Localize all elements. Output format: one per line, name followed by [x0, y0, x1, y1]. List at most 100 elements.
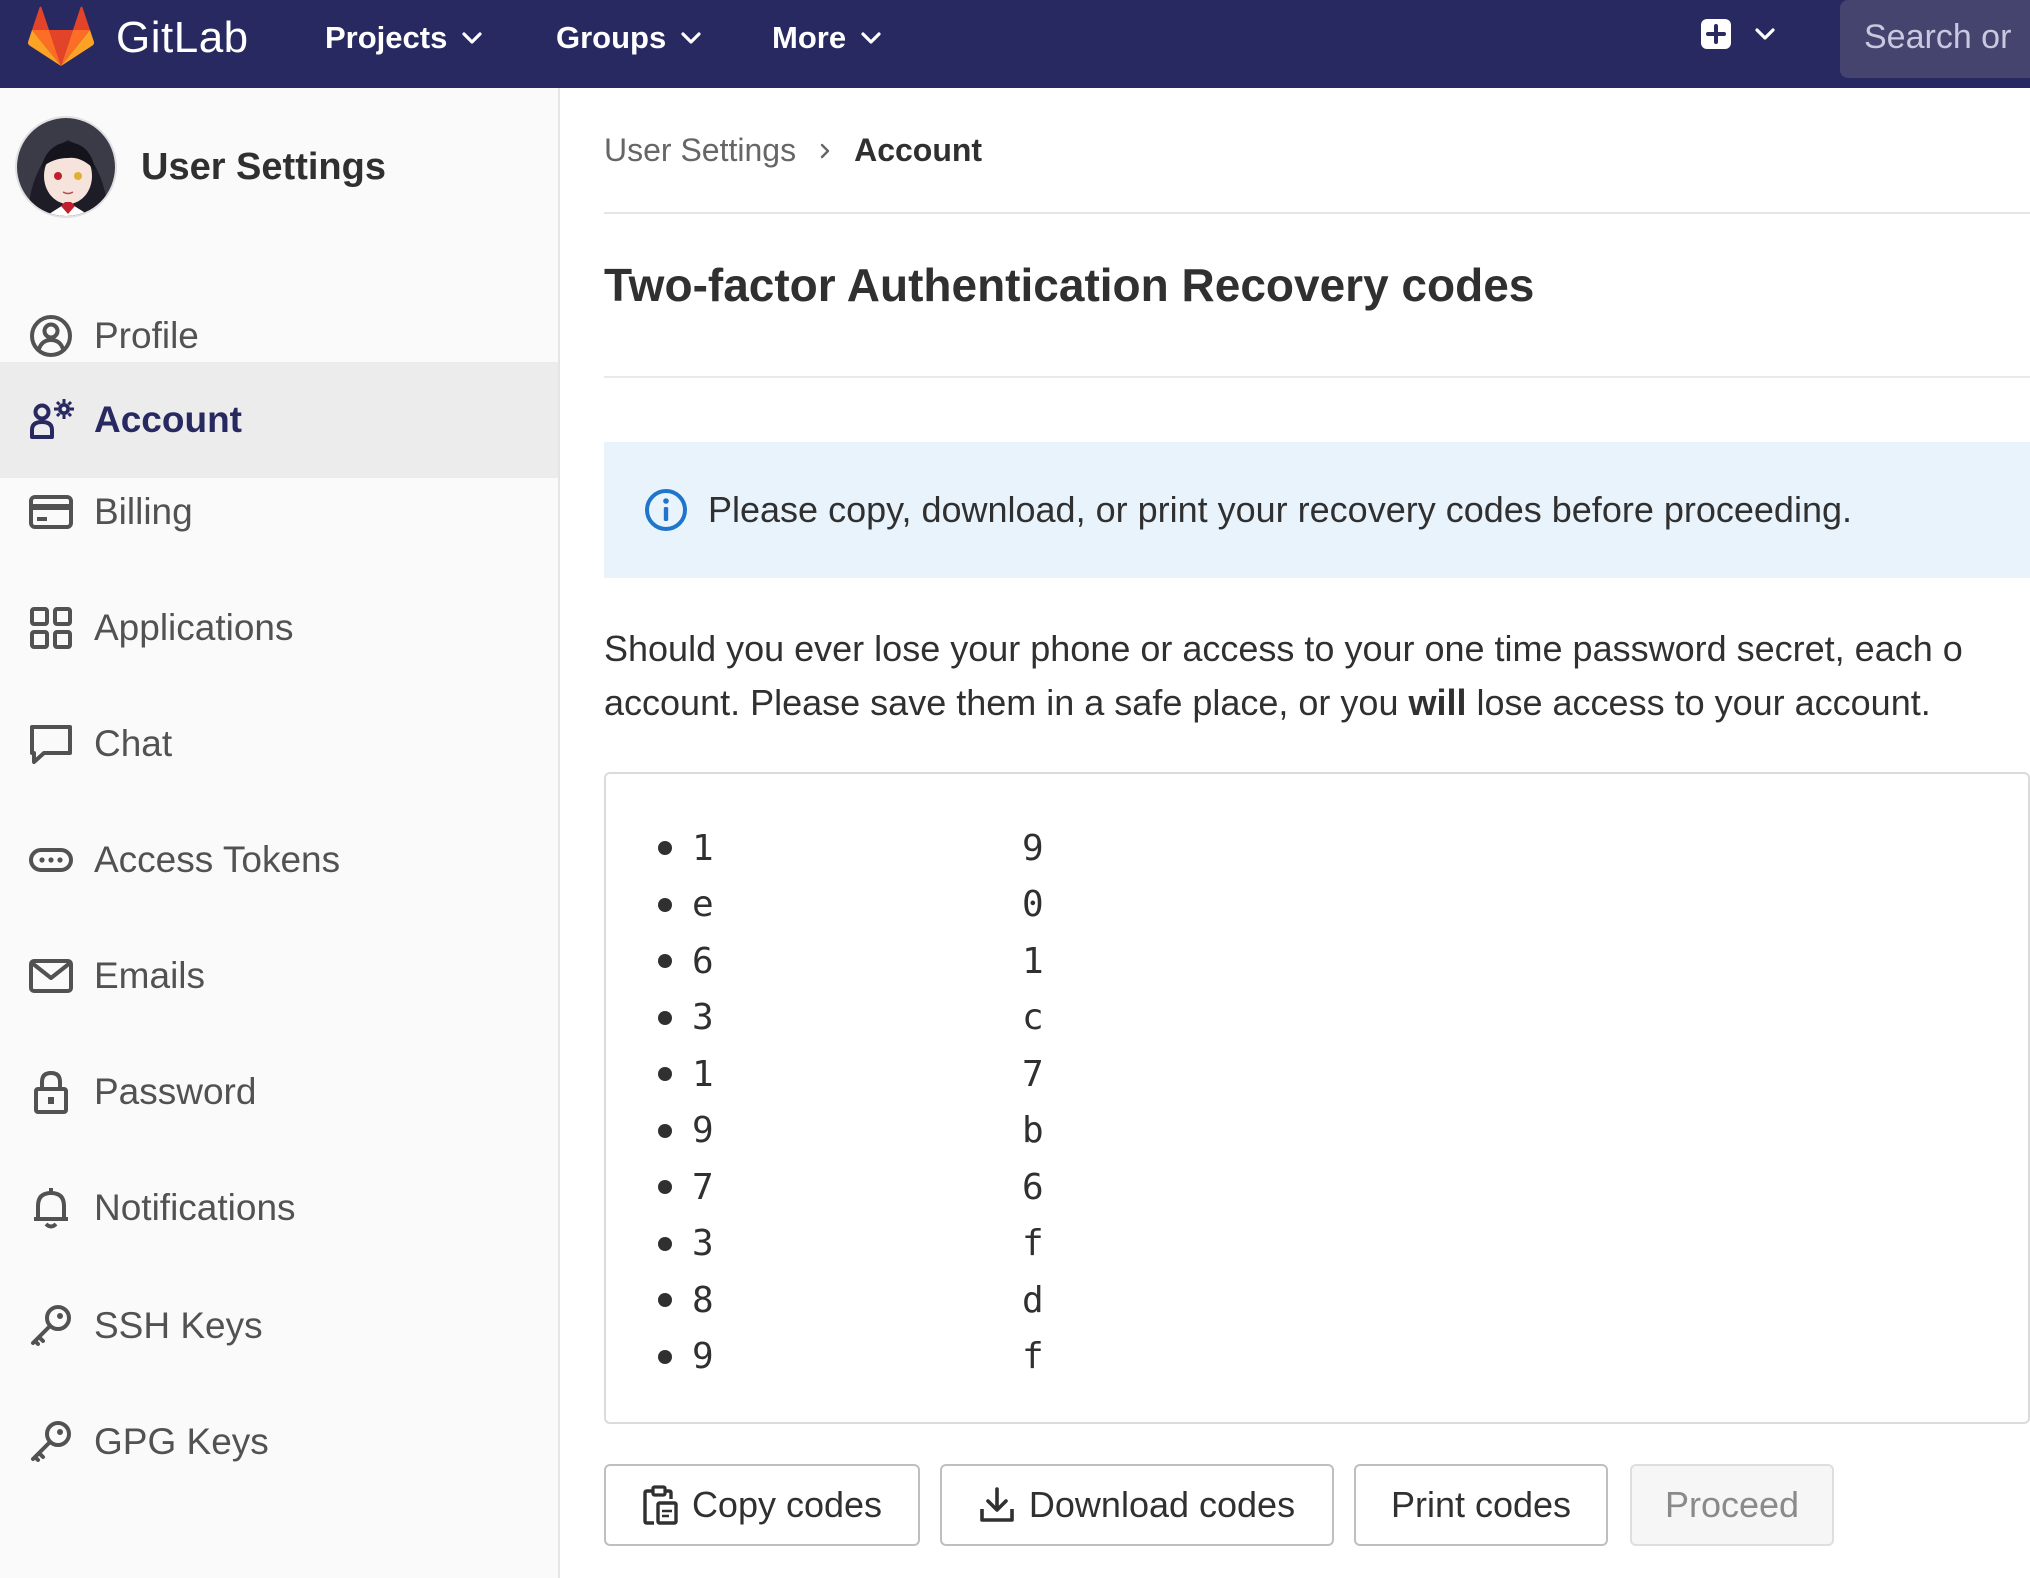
chevron-down-icon — [462, 32, 482, 44]
bullet — [658, 1067, 672, 1082]
bullet — [658, 1123, 672, 1138]
search-input[interactable]: Search or — [1840, 0, 2030, 78]
recovery-code-start: 8 — [692, 1279, 714, 1321]
bullet — [658, 1349, 672, 1364]
sidebar-item-chat[interactable]: Chat — [0, 686, 558, 802]
sidebar-item-label: Applications — [94, 607, 294, 648]
chevron-down-icon — [1755, 28, 1775, 40]
chat-icon — [30, 725, 72, 764]
bullet — [658, 841, 672, 856]
bullet — [658, 1236, 672, 1251]
bullet — [658, 1010, 672, 1025]
proceed-button[interactable]: Proceed — [1630, 1464, 1834, 1546]
key-icon — [31, 1421, 71, 1462]
recovery-code-start: 7 — [692, 1166, 714, 1208]
sidebar-item-applications[interactable]: Applications — [0, 570, 558, 686]
new-item-dropdown[interactable] — [1700, 18, 1776, 50]
sidebar-item-label: GPG Keys — [94, 1421, 269, 1462]
download-codes-button[interactable]: Download codes — [940, 1464, 1334, 1546]
plus-square-icon — [1701, 19, 1731, 49]
breadcrumb-current[interactable]: Account — [854, 132, 982, 169]
token-icon — [29, 848, 73, 872]
recovery-code-item: 17 — [658, 1046, 1044, 1103]
key-icon — [31, 1305, 71, 1346]
sidebar-item-ssh-keys[interactable]: SSH Keys — [0, 1268, 558, 1384]
sidebar-item-password[interactable]: Password — [0, 1034, 558, 1150]
avatar[interactable] — [15, 116, 117, 218]
recovery-code-item: 9f — [658, 1329, 1044, 1386]
copy-codes-label: Copy codes — [691, 1484, 883, 1525]
sidebar-item-label: SSH Keys — [94, 1305, 263, 1346]
nav-more-label: More — [772, 20, 847, 55]
recovery-code-end: 9 — [1022, 827, 1044, 869]
breadcrumb-user-settings-link[interactable]: User Settings — [604, 132, 796, 169]
recovery-code-item: 61 — [658, 933, 1044, 990]
proceed-label: Proceed — [1664, 1484, 1800, 1525]
sidebar-item-access-tokens[interactable]: Access Tokens — [0, 802, 558, 918]
credit-card-icon — [29, 495, 73, 529]
description-text: lose access to your account. — [1466, 682, 1931, 723]
recovery-description: Should you ever lose your phone or acces… — [604, 622, 2030, 730]
copy-to-clipboard-icon — [643, 1485, 678, 1525]
breadcrumb: User Settings Account — [604, 132, 982, 169]
bullet — [658, 954, 672, 969]
applications-icon — [30, 607, 72, 649]
nav-projects-dropdown[interactable]: Projects — [325, 20, 483, 56]
sidebar-item-label: Access Tokens — [94, 839, 341, 880]
print-codes-button[interactable]: Print codes — [1354, 1464, 1608, 1546]
recovery-code-end: f — [1022, 1223, 1044, 1265]
bullet — [658, 1293, 672, 1308]
sidebar-item-billing[interactable]: Billing — [0, 454, 558, 570]
sidebar-header: User Settings — [15, 116, 386, 218]
recovery-code-item: 3f — [658, 1216, 1044, 1273]
bullet — [658, 1180, 672, 1195]
recovery-code-end: 0 — [1022, 884, 1044, 926]
sidebar-item-notifications[interactable]: Notifications — [0, 1150, 558, 1266]
recovery-code-item: 8d — [658, 1272, 1044, 1329]
main-content: User Settings Account Two-factor Authent… — [604, 88, 2030, 1578]
top-navbar: GitLab Projects Groups More Search or — [0, 0, 2030, 88]
sidebar-item-label: Profile — [94, 315, 199, 356]
chevron-down-icon — [681, 32, 701, 44]
recovery-code-end: f — [1022, 1336, 1044, 1378]
sidebar-item-label: Notifications — [94, 1187, 296, 1228]
nav-more-dropdown[interactable]: More — [772, 20, 882, 56]
gitlab-logo-icon[interactable] — [28, 6, 94, 68]
recovery-code-end: d — [1022, 1279, 1044, 1321]
recovery-code-end: c — [1022, 997, 1044, 1039]
recovery-code-end: 7 — [1022, 1053, 1044, 1095]
sidebar-item-label: Billing — [94, 491, 193, 532]
recovery-codes-list: 19e0613c179b763f8d9f — [658, 820, 1044, 1385]
recovery-code-item: 76 — [658, 1159, 1044, 1216]
download-icon — [980, 1487, 1014, 1522]
recovery-code-start: 9 — [692, 1110, 714, 1152]
info-icon — [645, 489, 687, 531]
sidebar-item-label: Emails — [94, 955, 206, 996]
sidebar-title: User Settings — [141, 145, 386, 188]
description-text: account. Please save them in a safe plac… — [604, 682, 1409, 723]
info-alert: Please copy, download, or print your rec… — [604, 442, 2030, 578]
nav-groups-dropdown[interactable]: Groups — [556, 20, 702, 56]
description-line-2: account. Please save them in a safe plac… — [604, 676, 2030, 730]
description-emphasis: will — [1408, 682, 1467, 723]
sidebar-item-emails[interactable]: Emails — [0, 918, 558, 1034]
recovery-code-item: e0 — [658, 877, 1044, 934]
sidebar-item-label: Password — [94, 1071, 257, 1112]
sidebar-item-gpg-keys[interactable]: GPG Keys — [0, 1384, 558, 1500]
recovery-code-start: 9 — [692, 1336, 714, 1378]
recovery-code-end: 1 — [1022, 940, 1044, 982]
divider — [604, 212, 2030, 214]
profile-icon — [30, 315, 72, 357]
copy-codes-button[interactable]: Copy codes — [604, 1464, 920, 1546]
divider — [604, 376, 2030, 378]
chevron-right-icon — [820, 143, 830, 158]
recovery-code-start: 3 — [692, 1223, 714, 1265]
account-icon — [30, 399, 74, 439]
bullet — [658, 897, 672, 912]
download-codes-label: Download codes — [1028, 1484, 1296, 1525]
brand-name[interactable]: GitLab — [116, 13, 249, 63]
lock-icon — [34, 1070, 68, 1114]
recovery-code-item: 9b — [658, 1103, 1044, 1160]
page-title: Two-factor Authentication Recovery codes — [604, 259, 1535, 311]
sidebar-item-label: Account — [94, 399, 242, 440]
